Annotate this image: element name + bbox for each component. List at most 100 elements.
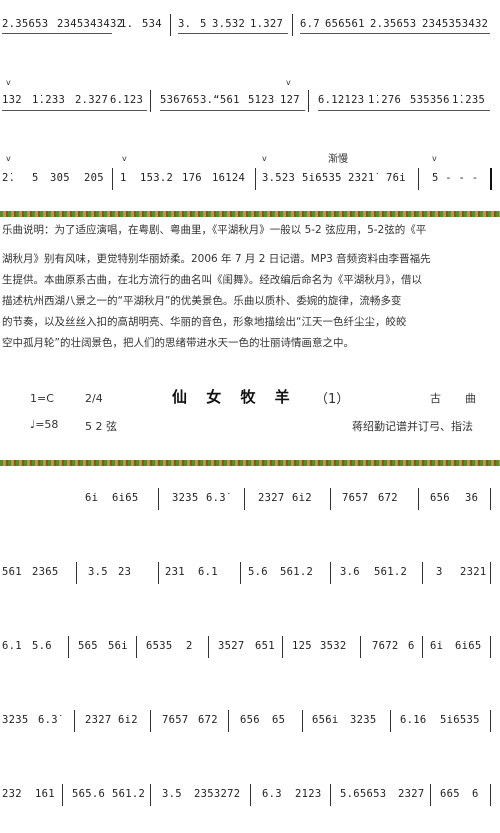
note-group: 534 (142, 18, 162, 30)
tempo-marking: 渐慢 (328, 154, 348, 165)
piece-title: 仙 女 牧 羊 (172, 388, 297, 406)
note-group: 561 (2, 566, 22, 578)
note-group: 2327 (398, 788, 425, 800)
explanation-line: 生提供。本曲原系古曲，在北方流行的曲名叫《闺舞》。经改编后命名为《平湖秋月》，借… (2, 274, 422, 286)
note-group: 1̇.235 (452, 94, 486, 106)
arranger-credit: 蒋绍勤记谱并订弓、指法 (352, 420, 473, 433)
note-group: 565 (78, 640, 98, 652)
note-group: 5123 (248, 94, 275, 106)
note-group: 5.6 (32, 640, 52, 652)
note-group: 6i2 (292, 492, 312, 504)
beam (160, 110, 305, 111)
note-group: 5i6535 (440, 714, 480, 726)
bar-line (430, 784, 431, 806)
note-group: 6i65 (112, 492, 139, 504)
note-group: 6 (472, 788, 479, 800)
beam (178, 33, 288, 34)
note-group: 6i2 (118, 714, 138, 726)
end-bar-line (490, 168, 492, 190)
note-group: 23 (118, 566, 132, 578)
explanation-line: 湖秋月》别有风味，更觉特别华丽娇柔。2006 年 7 月 2 日记谱。MP3 音… (2, 253, 431, 265)
note-group: 176 (182, 172, 202, 184)
time-signature: 2/4 (85, 392, 103, 405)
bow-mark: v (122, 154, 127, 163)
bar-line (244, 488, 245, 510)
bar-line (418, 488, 419, 510)
note-group: 5 (32, 172, 39, 184)
explanation-line: 空中孤月轮”的壮阔景色，把人们的思绪带进水天一色的壮丽诗情画意之中。 (2, 337, 354, 349)
bottom-score: 6i 6i65 3235 6.3̇ 2327 6i2 7657 672 656 … (0, 470, 500, 833)
bar-line (282, 636, 283, 658)
note-group: 1̇27 (280, 94, 300, 106)
bar-line (208, 636, 209, 658)
note-group: 1̇.2̇76 (368, 94, 402, 106)
bar-line (158, 488, 159, 510)
bar-line (490, 488, 491, 510)
note-group: 36 (465, 492, 479, 504)
bar-line (490, 562, 491, 584)
note-group: 2327 (85, 714, 112, 726)
note-group: 6.16 (400, 714, 427, 726)
bar-line (136, 636, 137, 658)
key-signature: 1=C (30, 392, 54, 405)
bar-line (490, 710, 491, 732)
bar-line (150, 710, 151, 732)
note-group: 1 (120, 172, 127, 184)
note-group: 6.1 (198, 566, 218, 578)
bar-line (490, 636, 491, 658)
note-group: 3235 (350, 714, 377, 726)
note-group: 5 (200, 18, 207, 30)
bow-mark: v (6, 78, 11, 87)
note-group: 6i (85, 492, 99, 504)
note-group: 2345343432 (57, 18, 124, 30)
note-group: 6.123 (110, 94, 144, 106)
bar-line (330, 488, 331, 510)
note-group: 1.327 (250, 18, 284, 30)
note-group: 2̇. (2, 172, 16, 184)
note-group: 1̇.233 (32, 94, 66, 106)
bar-line (422, 562, 423, 584)
note-group: 3.“561 (200, 94, 240, 106)
note-group: 2365 (32, 566, 59, 578)
note-group: 6.1 (2, 640, 22, 652)
note-group: 565.6 (72, 788, 106, 800)
genre-label: 曲 (465, 392, 476, 405)
bar-line (228, 710, 229, 732)
decorative-divider (0, 460, 500, 466)
note-group: 2.35653 (2, 18, 49, 30)
decorative-divider (0, 211, 500, 217)
note-group: 561.2 (374, 566, 408, 578)
bar-line (158, 562, 159, 584)
note-group: 3.532 (212, 18, 246, 30)
note-group: 3 (436, 566, 443, 578)
note-group: 3.5 (162, 788, 182, 800)
note-group: 2345353432 (422, 18, 489, 30)
bar-line (330, 784, 331, 806)
note-group: 153.2 (140, 172, 174, 184)
tempo-marking: ♩=58 (30, 418, 59, 431)
bar-line (360, 636, 361, 658)
bow-mark: v (286, 78, 291, 87)
note-group: 561.2 (112, 788, 146, 800)
bow-mark: v (432, 154, 437, 163)
note-group: 1. (120, 18, 134, 30)
bar-line (330, 562, 331, 584)
bar-line (422, 636, 423, 658)
piece-header: 1=C 2/4 仙 女 牧 羊 （1） 古 曲 ♩=58 5 2 弦 蒋绍勤记谱… (0, 376, 500, 456)
bar-line (240, 562, 241, 584)
note-group: 3.523 (262, 172, 296, 184)
note-group: 6 (408, 640, 415, 652)
bar-line (390, 710, 391, 732)
bar-line (74, 710, 75, 732)
note-group: 232̇1̇ (348, 172, 375, 184)
note-group: 6.3̇ (38, 714, 58, 726)
note-group: 205 (84, 172, 104, 184)
note-group: 651 (255, 640, 275, 652)
note-group: 16124 (212, 172, 246, 184)
note-group: 2 (186, 640, 193, 652)
note-group: 7657 (342, 492, 369, 504)
note-group: 7672 (372, 640, 399, 652)
note-group: 3235 (2, 714, 29, 726)
beam (2, 33, 112, 34)
note-group: 2.35653 (370, 18, 417, 30)
